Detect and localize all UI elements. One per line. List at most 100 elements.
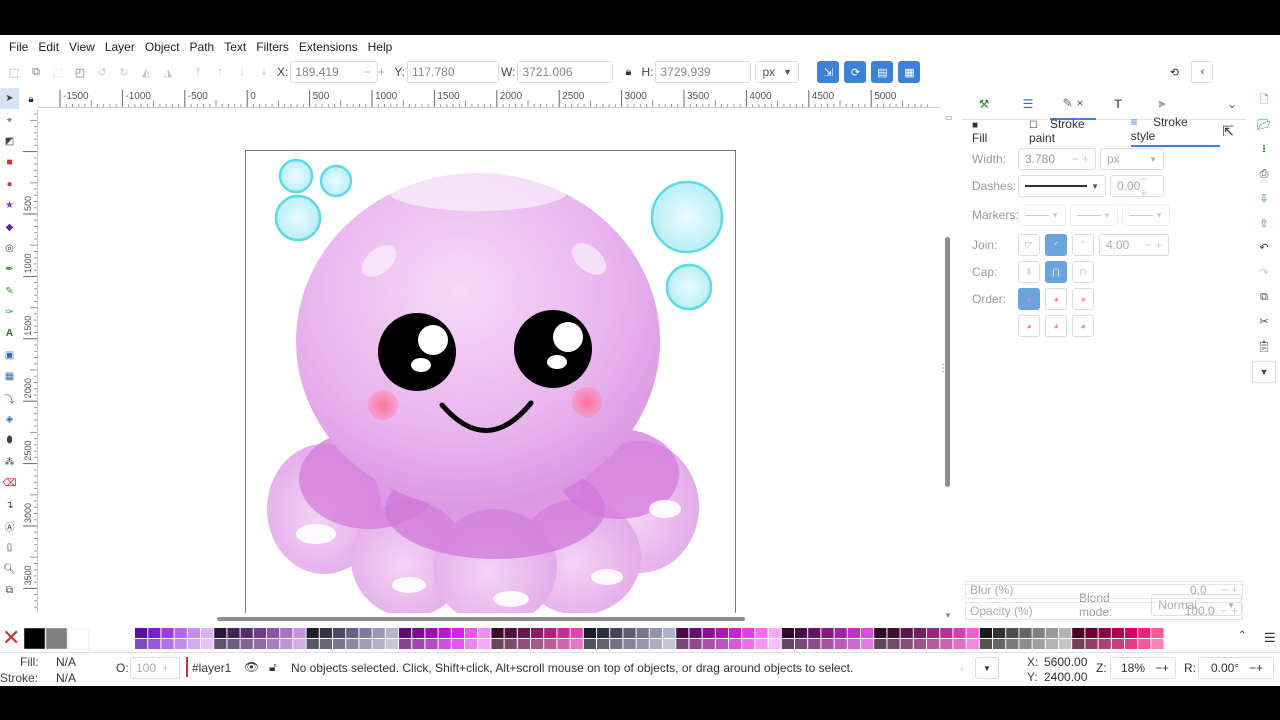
zoom-tool-icon[interactable]: 🔍︎	[0, 559, 19, 580]
palette-swatch[interactable]	[240, 628, 253, 638]
palette-swatch[interactable]	[795, 639, 808, 649]
palette-swatch[interactable]	[135, 628, 148, 638]
paste-icon[interactable]: 📋︎	[1252, 334, 1276, 359]
dash-offset-input[interactable]: 0.00− +	[1110, 172, 1164, 200]
redo-icon[interactable]: ↷	[1252, 260, 1276, 285]
stepper-icon[interactable]: +	[162, 661, 169, 675]
spiral-tool-icon[interactable]: ◎	[0, 238, 19, 259]
palette-swatch[interactable]	[399, 628, 412, 638]
vertical-scrollbar[interactable]: ▭ ⋮	[938, 109, 954, 613]
deselect-icon[interactable]: ⬚	[47, 61, 69, 83]
3d-box-tool-icon[interactable]: ◆	[0, 216, 19, 237]
palette-swatch[interactable]	[333, 639, 346, 649]
palette-swatch[interactable]	[293, 628, 306, 638]
new-document-icon[interactable]: 🗋︎	[1252, 88, 1276, 113]
palette-swatch[interactable]	[900, 639, 913, 649]
palette-swatch[interactable]	[940, 628, 953, 638]
palette-swatch[interactable]	[1045, 628, 1058, 638]
open-icon[interactable]: 📂︎	[1252, 113, 1276, 138]
palette-swatch[interactable]	[1151, 628, 1164, 638]
menu-layer[interactable]: Layer	[100, 40, 140, 54]
palette-swatch[interactable]	[610, 639, 623, 649]
menu-path[interactable]: Path	[185, 40, 220, 54]
palette-swatch[interactable]	[531, 628, 544, 638]
unit-select[interactable]: px ▼	[755, 61, 800, 83]
palette-swatch[interactable]	[385, 628, 398, 638]
palette-swatch[interactable]	[1006, 628, 1019, 638]
palette-swatch[interactable]	[610, 628, 623, 638]
opacity-slider[interactable]: Opacity (%) 100.0 − +	[965, 602, 1243, 620]
palette-swatch[interactable]	[544, 639, 557, 649]
palette-swatch[interactable]	[1125, 639, 1138, 649]
palette-swatch[interactable]	[504, 628, 517, 638]
rotate-ccw-icon[interactable]: ↺	[91, 61, 113, 83]
cut-icon[interactable]: ✂	[1252, 309, 1276, 334]
blur-slider[interactable]: Blur (%) 0.0 − +	[965, 581, 1243, 599]
w-input[interactable]: 3721.006	[517, 61, 614, 83]
palette-swatch[interactable]	[887, 628, 900, 638]
palette-swatch[interactable]	[663, 639, 676, 649]
scale-corners-icon[interactable]: ⟳	[844, 61, 867, 83]
palette-menu-icon[interactable]: ☰	[1264, 630, 1276, 646]
vertical-scroll-thumb[interactable]	[945, 237, 950, 487]
palette-swatch[interactable]	[966, 628, 979, 638]
palette-swatch[interactable]	[412, 639, 425, 649]
tabs-overflow-chevron-icon[interactable]: ⌄	[1220, 88, 1244, 120]
palette-swatch[interactable]	[781, 628, 794, 638]
palette-swatch[interactable]	[359, 628, 372, 638]
menu-view[interactable]: View	[64, 40, 100, 54]
order-normal-icon[interactable]: ◕	[1018, 288, 1040, 310]
palette-swatch[interactable]	[451, 628, 464, 638]
palette-swatch[interactable]	[359, 639, 372, 649]
palette-scroll-up-icon[interactable]: ⌃	[1238, 630, 1246, 641]
menu-text[interactable]: Text	[219, 40, 251, 54]
lock-guides-icon[interactable]: 🔒︎	[24, 90, 38, 108]
palette-swatch[interactable]	[927, 639, 940, 649]
dock-handle-icon[interactable]: ⋮	[938, 363, 948, 374]
palette-swatch[interactable]	[267, 639, 280, 649]
palette-swatch[interactable]	[372, 628, 385, 638]
horizontal-scroll-thumb[interactable]	[217, 617, 745, 621]
order-markers-stroke-fill-icon[interactable]: ◕	[1072, 315, 1094, 337]
palette-swatch[interactable]	[1098, 628, 1111, 638]
stroke-indicator-value[interactable]: N/A	[56, 671, 76, 685]
drawing-canvas[interactable]	[39, 109, 939, 613]
palette-swatch[interactable]	[517, 639, 530, 649]
lower-to-bottom-icon[interactable]: ⤓	[253, 61, 275, 83]
palette-swatch[interactable]	[319, 639, 332, 649]
subtab-stroke-paint[interactable]: ☐ Stroke paint	[1029, 117, 1119, 145]
eraser-tool-icon[interactable]: ⌫	[0, 473, 19, 494]
palette-swatch[interactable]	[1059, 639, 1072, 649]
current-layer-label[interactable]: #layer1	[192, 661, 231, 675]
palette-swatch[interactable]	[385, 639, 398, 649]
plus-icon[interactable]: +	[370, 61, 392, 83]
cap-round-icon[interactable]: ⋂	[1045, 261, 1067, 283]
join-bevel-icon[interactable]: ◸	[1018, 234, 1040, 256]
palette-swatch[interactable]	[465, 628, 478, 638]
palette-swatch[interactable]	[240, 639, 253, 649]
palette-swatch[interactable]	[689, 628, 702, 638]
text-tool-icon[interactable]: A	[0, 323, 19, 344]
palette-swatch[interactable]	[597, 639, 610, 649]
palette-swatch[interactable]	[715, 628, 728, 638]
palette-swatch[interactable]	[306, 628, 319, 638]
rectangle-tool-icon[interactable]: ■	[0, 152, 19, 173]
palette-swatch[interactable]	[227, 628, 240, 638]
palette-swatch[interactable]	[557, 639, 570, 649]
palette-swatch[interactable]	[874, 639, 887, 649]
undo-icon[interactable]: ↶	[1252, 236, 1276, 261]
palette-swatch[interactable]	[253, 628, 266, 638]
selector-tool-icon[interactable]: ➤	[0, 88, 19, 110]
palette-swatch[interactable]	[214, 639, 227, 649]
palette-swatch[interactable]	[267, 628, 280, 638]
palette-swatch[interactable]	[861, 628, 874, 638]
stepper-icon[interactable]: − +	[1221, 583, 1238, 597]
palette-swatch[interactable]	[808, 639, 821, 649]
tab-objects-icon[interactable]: ⚒	[962, 88, 1006, 120]
palette-swatch[interactable]	[438, 628, 451, 638]
palette-swatch[interactable]	[451, 639, 464, 649]
palette-swatch[interactable]	[148, 628, 161, 638]
dropper-tool-icon[interactable]: ⤵	[0, 387, 19, 408]
cap-butt-icon[interactable]: ⫴	[1018, 261, 1040, 283]
miter-limit-input[interactable]: 4.00 − +	[1099, 234, 1169, 256]
